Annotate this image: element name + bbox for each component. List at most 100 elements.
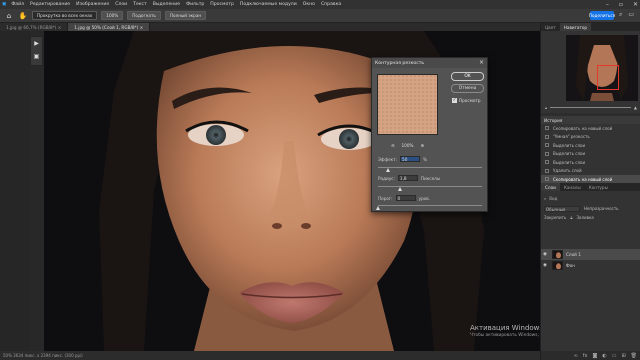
close-icon[interactable]: ✕ xyxy=(633,1,638,8)
hand-tool-icon[interactable]: ✋ xyxy=(18,11,28,20)
tab-color[interactable]: Цвет xyxy=(541,23,560,31)
artboard-tool-icon[interactable]: ▣ xyxy=(31,50,42,63)
menu-item[interactable]: Файл xyxy=(11,2,24,7)
preview-checkbox[interactable]: ✓ Просмотр xyxy=(452,98,481,103)
history-item[interactable]: Выделить слои xyxy=(541,158,640,167)
filter-preview[interactable] xyxy=(377,74,438,135)
navigator-view-box[interactable] xyxy=(597,65,619,90)
menu-item[interactable]: Фильтр xyxy=(186,2,204,7)
layer-thumbnail-image xyxy=(553,262,562,269)
visibility-eye-icon[interactable]: ◉ xyxy=(541,263,549,268)
threshold-slider-thumb[interactable] xyxy=(375,206,380,210)
right-panel-dock: Цвет Навигатор ▴ ▲ История Скопировать н… xyxy=(540,23,640,360)
history-item[interactable]: Выделить слои xyxy=(541,141,640,150)
dialog-close-icon[interactable]: × xyxy=(479,59,484,66)
history-item[interactable]: Скопировать на новый слой xyxy=(541,124,640,133)
tools-panel: ▶ ▣ xyxy=(30,36,43,66)
fx-icon[interactable]: fx xyxy=(583,353,588,359)
preview-checkbox-label: Просмотр xyxy=(459,98,481,103)
history-item[interactable]: "Умная" резкость xyxy=(541,133,640,142)
menu-item[interactable]: Изображение xyxy=(76,2,109,7)
share-button[interactable]: Поделиться xyxy=(589,11,615,20)
layers-footer: ∞ fx ◙ ◐ ▭ ⊞ 🗑︎ xyxy=(541,351,640,360)
menu-item[interactable]: Слои xyxy=(115,2,127,7)
maximize-icon[interactable]: ▫ xyxy=(619,1,623,8)
ok-button[interactable]: OK xyxy=(451,72,484,81)
zoom-out-icon[interactable]: ⊖ xyxy=(391,143,395,148)
fit-screen-button[interactable]: Подогнать xyxy=(127,11,161,20)
history-item[interactable]: Удалить слой xyxy=(541,167,640,176)
radius-unit: Пикселы xyxy=(420,175,441,181)
layers-filter[interactable]: ⌕ Вид xyxy=(544,195,638,202)
history-item[interactable]: Выделить слои xyxy=(541,150,640,159)
threshold-slider[interactable] xyxy=(375,205,482,210)
layer-thumbnail xyxy=(552,250,563,259)
zoom-large-icon[interactable]: ▲ xyxy=(634,105,637,110)
minimize-icon[interactable]: – xyxy=(606,1,609,8)
amount-row: Эффект: 50 % xyxy=(378,156,427,162)
amount-input[interactable]: 50 xyxy=(400,156,421,162)
tab-navigator[interactable]: Навигатор xyxy=(559,23,592,31)
workspace-icon[interactable]: ▭ xyxy=(628,11,634,19)
history-step-icon xyxy=(545,160,549,164)
history-step-icon xyxy=(545,151,549,156)
navigator-tabs: Цвет Навигатор xyxy=(541,23,640,31)
zoom-small-icon[interactable]: ▴ xyxy=(545,105,547,110)
menu-item[interactable]: Редактирование xyxy=(30,2,70,7)
menu-item[interactable]: Просмотр xyxy=(210,2,234,7)
mask-icon[interactable]: ◙ xyxy=(592,353,597,359)
radius-slider[interactable] xyxy=(378,186,482,191)
history-step-icon xyxy=(545,126,549,130)
blend-mode-select[interactable]: Обычные xyxy=(544,205,580,212)
zoom-in-icon[interactable]: ⊕ xyxy=(420,143,424,148)
visibility-eye-icon[interactable]: ◉ xyxy=(541,252,549,257)
radius-slider-thumb[interactable] xyxy=(398,187,403,191)
app-logo[interactable]: ▣ xyxy=(2,2,6,7)
tab-document-1[interactable]: 1.jpg @ 66,7% (RGB/8*) × xyxy=(0,23,69,31)
navigator-zoom: ▴ ▲ xyxy=(545,104,637,110)
menu-item[interactable]: Подключаемые модули xyxy=(240,2,297,7)
zoom-100-button[interactable]: 100% xyxy=(101,11,124,20)
expand-arrow-icon[interactable]: ▶ xyxy=(31,37,42,50)
navigator-zoom-slider[interactable] xyxy=(550,106,631,108)
link-layers-icon[interactable]: ∞ xyxy=(574,353,578,359)
layer-thumbnail-image xyxy=(553,251,562,258)
menu-item[interactable]: Справка xyxy=(321,2,341,7)
amount-slider[interactable] xyxy=(378,167,482,172)
tab-channels[interactable]: Каналы xyxy=(560,183,585,191)
scroll-all-windows-checkbox[interactable]: Прокрутка во всех окнах xyxy=(32,11,98,20)
unsharp-mask-dialog: Контурная резкость × ⊖ 100% ⊕ OK Отмена … xyxy=(371,57,488,212)
threshold-unit: уров. xyxy=(418,195,431,201)
menu-item[interactable]: Текст xyxy=(133,2,147,7)
tab-close-icon[interactable]: × xyxy=(58,25,62,30)
trash-icon[interactable]: 🗑︎ xyxy=(631,353,637,359)
layer-row[interactable]: ◉ Фон xyxy=(541,260,640,271)
preview-zoom-row: ⊖ 100% ⊕ xyxy=(377,143,438,148)
threshold-row: Порог: 0 уров. xyxy=(378,195,430,201)
fill-screen-button[interactable]: Полный экран xyxy=(164,11,207,20)
menu-item[interactable]: Окно xyxy=(303,2,315,7)
layer-row[interactable]: ◉ Слой 1 xyxy=(541,249,640,260)
photoshop-window: ▣ Файл Редактирование Изображение Слои Текст… xyxy=(0,0,640,360)
lock-icon[interactable]: 🔒︎ xyxy=(570,215,572,220)
tab-paths[interactable]: Контуры xyxy=(585,183,612,191)
amount-slider-thumb[interactable] xyxy=(385,168,390,172)
navigator-panel: ▴ ▲ xyxy=(541,31,640,113)
menu-item[interactable]: Выделение xyxy=(153,2,180,7)
preview-skin-image xyxy=(378,75,437,134)
adjustment-icon[interactable]: ◐ xyxy=(602,353,606,359)
layer-thumbnail xyxy=(552,261,563,270)
navigator-thumbnail[interactable] xyxy=(566,35,638,101)
threshold-input[interactable]: 0 xyxy=(395,195,416,201)
layers-tabs: Слои Каналы Контуры xyxy=(541,183,640,191)
tab-close-icon[interactable]: × xyxy=(140,25,144,30)
home-icon[interactable]: ⌂ xyxy=(4,11,14,20)
radius-input[interactable]: 1,8 xyxy=(397,175,418,181)
search-icon[interactable]: ⌕ xyxy=(619,11,622,19)
folder-icon[interactable]: ▭ xyxy=(612,353,617,359)
cancel-button[interactable]: Отмена xyxy=(451,84,484,93)
new-layer-icon[interactable]: ⊞ xyxy=(621,353,625,359)
tab-layers[interactable]: Слои xyxy=(541,183,560,191)
amount-unit: % xyxy=(423,156,428,162)
tab-document-2[interactable]: 1.jpg @ 50% (Слой 1, RGB/8*) × xyxy=(68,23,151,31)
